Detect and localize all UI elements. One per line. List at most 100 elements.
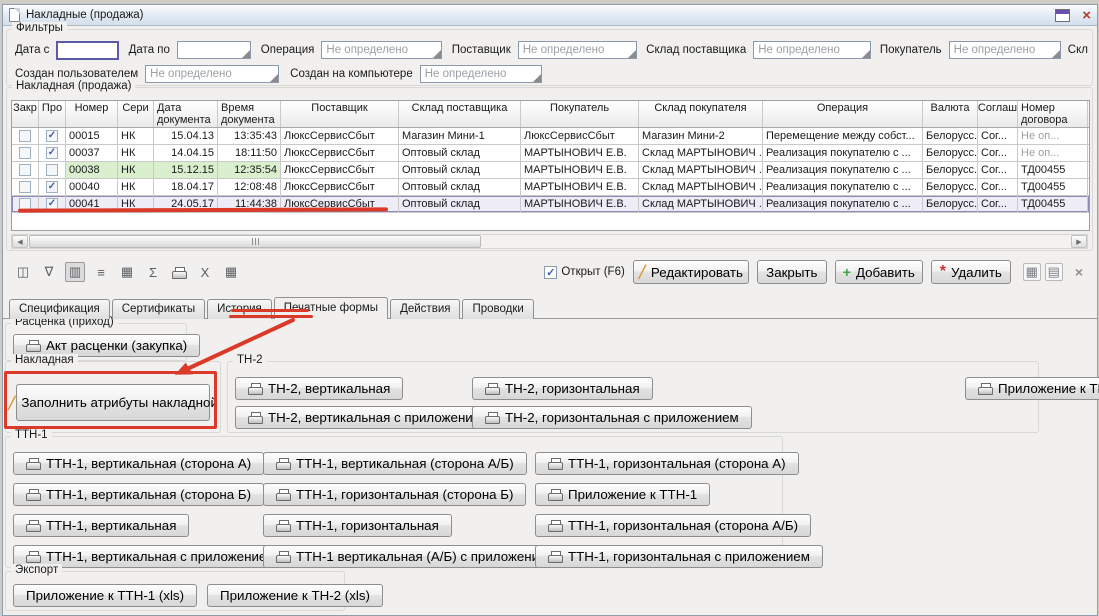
table-cell[interactable]: МАРТЫНОВИЧ Е.В. [521, 196, 639, 212]
unchecked-checkbox[interactable] [19, 164, 31, 176]
table-cell[interactable]: 11:44:38 [218, 196, 281, 212]
ttn1-horizontal-side-a-button[interactable]: ТТН-1, горизонтальная (сторона А) [535, 452, 799, 475]
columns-icon[interactable]: ▥ [65, 262, 85, 282]
table-row[interactable]: 00038НК15.12.1512:35:54ЛюксСервисСбытОпт… [12, 162, 1089, 179]
table-cell[interactable]: Сог... [978, 128, 1018, 144]
details-view-icon[interactable]: ▤ [1045, 263, 1063, 281]
table-cell[interactable]: ЛюксСервисСбыт [281, 196, 399, 212]
table-cell[interactable]: 18.04.17 [154, 179, 218, 195]
row-checkbox-cell[interactable] [39, 128, 66, 144]
column-header[interactable]: Поставщик [281, 101, 399, 127]
table-cell[interactable]: ЛюксСервисСбыт [281, 128, 399, 144]
unchecked-checkbox[interactable] [19, 147, 31, 159]
table-cell[interactable]: Магазин Мини-2 [639, 128, 763, 144]
tn2-vertical-button[interactable]: ТН-2, вертикальная [235, 377, 403, 400]
tab-print-forms[interactable]: Печатные формы [274, 297, 388, 319]
export-tn2-xls-button[interactable]: Приложение к ТН-2 (xls) [207, 584, 383, 607]
ttn1-vertical-ab-with-appendix-button[interactable]: ТТН-1 вертикальная (А/Б) с приложением [263, 545, 569, 568]
row-checkbox-cell[interactable] [39, 196, 66, 212]
tab-history[interactable]: История [207, 299, 272, 319]
row-checkbox-cell[interactable] [39, 179, 66, 195]
table-cell[interactable]: Белорусс... [923, 162, 978, 178]
table-cell[interactable]: Склад МАРТЫНОВИЧ ... [639, 196, 763, 212]
table-cell[interactable]: 14.04.15 [154, 145, 218, 161]
table-cell[interactable]: 12:08:48 [218, 179, 281, 195]
created-by-input[interactable]: Не определено [145, 65, 279, 83]
column-header[interactable]: Операция [763, 101, 923, 127]
table-cell[interactable]: ТД00455 [1018, 162, 1088, 178]
column-header[interactable]: Склад поставщика [399, 101, 521, 127]
row-checkbox-cell[interactable] [39, 145, 66, 161]
table-row[interactable]: 00037НК14.04.1518:11:50ЛюксСервисСбытОпт… [12, 145, 1089, 162]
date-to-input[interactable] [177, 41, 251, 59]
ttn1-appendix-button[interactable]: Приложение к ТТН-1 [535, 483, 710, 506]
restore-window-icon[interactable] [1055, 9, 1070, 22]
grid-view-icon[interactable]: ▦ [1023, 263, 1041, 281]
ttn1-vertical-side-a-button[interactable]: ТТН-1, вертикальная (сторона А) [13, 452, 264, 475]
column-settings-icon[interactable]: ▦ [221, 262, 241, 282]
tn2-appendix-button[interactable]: Приложение к ТН-2 [965, 377, 1099, 400]
table-cell[interactable]: 24.05.17 [154, 196, 218, 212]
column-header[interactable]: Соглаш [978, 101, 1018, 127]
column-header[interactable]: Покупатель [521, 101, 639, 127]
table-cell[interactable]: 00040 [66, 179, 118, 195]
table-cell[interactable]: Реализация покупателю с ... [763, 179, 923, 195]
table-cell[interactable]: Не оп... [1018, 145, 1088, 161]
print-icon[interactable] [169, 262, 189, 282]
ttn1-horizontal-side-ab-button[interactable]: ТТН-1, горизонтальная (сторона А/Б) [535, 514, 811, 537]
column-header[interactable]: Склад покупателя [639, 101, 763, 127]
delete-button[interactable]: * Удалить [931, 260, 1011, 284]
row-checkbox-cell[interactable] [12, 196, 39, 212]
export-ttn1-xls-button[interactable]: Приложение к ТТН-1 (xls) [13, 584, 197, 607]
scroll-right-icon[interactable]: ▶ [1071, 235, 1087, 248]
table-cell[interactable]: 15.12.15 [154, 162, 218, 178]
checked-checkbox[interactable] [46, 198, 58, 210]
row-checkbox-cell[interactable] [12, 179, 39, 195]
table-cell[interactable]: Оптовый склад [399, 196, 521, 212]
filter-icon[interactable]: ∇ [39, 262, 59, 282]
table-cell[interactable]: Реализация покупателю с ... [763, 145, 923, 161]
scrollbar-thumb[interactable] [29, 235, 481, 248]
open-checkbox-wrap[interactable]: Открыт (F6) [544, 266, 624, 279]
ttn1-horizontal-side-b-button[interactable]: ТТН-1, горизонтальная (сторона Б) [263, 483, 526, 506]
table-cell[interactable]: 00037 [66, 145, 118, 161]
table-cell[interactable]: 15.04.13 [154, 128, 218, 144]
column-header[interactable]: Дата документа [154, 101, 218, 127]
unchecked-checkbox[interactable] [46, 164, 58, 176]
column-header[interactable]: Номер договора [1018, 101, 1088, 127]
table-cell[interactable]: МАРТЫНОВИЧ Е.В. [521, 162, 639, 178]
ttn1-horizontal-with-appendix-button[interactable]: ТТН-1, горизонтальная с приложением [535, 545, 823, 568]
column-header[interactable]: Валюта [923, 101, 978, 127]
table-cell[interactable]: НК [118, 162, 154, 178]
tab-actions[interactable]: Действия [390, 299, 460, 319]
supplier-filter-input[interactable]: Не определено [518, 41, 637, 59]
close-panel-icon[interactable]: × [1075, 264, 1083, 280]
table-cell[interactable]: Белорусс... [923, 145, 978, 161]
unchecked-checkbox[interactable] [19, 181, 31, 193]
table-cell[interactable]: НК [118, 196, 154, 212]
tab-postings[interactable]: Проводки [462, 299, 533, 319]
open-checkbox[interactable] [544, 266, 557, 279]
column-header[interactable]: Закр [12, 101, 39, 127]
table-cell[interactable]: 00041 [66, 196, 118, 212]
ttn1-horizontal-button[interactable]: ТТН-1, горизонтальная [263, 514, 452, 537]
fill-invoice-attributes-button[interactable]: ╱ Заполнить атрибуты накладной [16, 384, 210, 421]
table-row[interactable]: 00015НК15.04.1313:35:43ЛюксСервисСбытМаг… [12, 128, 1089, 145]
table-cell[interactable]: Склад МАРТЫНОВИЧ ... [639, 162, 763, 178]
unchecked-checkbox[interactable] [19, 198, 31, 210]
buyer-filter-input[interactable]: Не определено [949, 41, 1061, 59]
table-cell[interactable]: 12:35:54 [218, 162, 281, 178]
numbered-list-icon[interactable]: ≡ [91, 262, 111, 282]
unchecked-checkbox[interactable] [19, 130, 31, 142]
table-cell[interactable]: НК [118, 145, 154, 161]
table-row[interactable]: 00040НК18.04.1712:08:48ЛюксСервисСбытОпт… [12, 179, 1089, 196]
table-cell[interactable]: ЛюксСервисСбыт [281, 162, 399, 178]
close-window-icon[interactable]: × [1082, 9, 1091, 22]
table-cell[interactable]: Склад МАРТЫНОВИЧ ... [639, 145, 763, 161]
column-header[interactable]: Номер [66, 101, 118, 127]
checked-checkbox[interactable] [46, 130, 58, 142]
table-cell[interactable]: Оптовый склад [399, 179, 521, 195]
table-cell[interactable]: Оптовый склад [399, 162, 521, 178]
table-cell[interactable]: ЛюксСервисСбыт [281, 179, 399, 195]
edit-button[interactable]: ╱ Редактировать [633, 260, 749, 284]
